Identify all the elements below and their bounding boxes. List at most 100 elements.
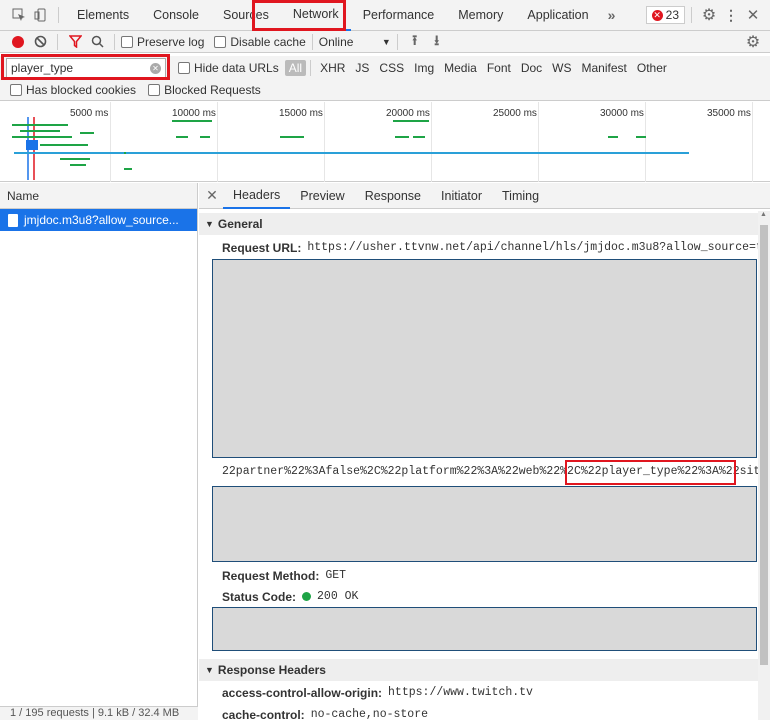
name-column-label: Name (7, 188, 40, 203)
has-blocked-cookies-checkbox[interactable]: Has blocked cookies (10, 83, 136, 97)
headers-content: ▼ General Request URL: https://usher.ttv… (199, 213, 770, 258)
filter-type-js[interactable]: JS (350, 61, 374, 75)
disable-cache-checkbox[interactable]: Disable cache (214, 34, 306, 49)
status-code-value: 200 OK (317, 590, 359, 603)
tab-memory[interactable]: Memory (446, 0, 515, 31)
throttling-value: Online (318, 34, 354, 49)
response-headers-title: Response Headers (217, 663, 326, 677)
expand-triangle-icon: ▼ (205, 219, 214, 229)
hide-data-urls-label: Hide data URLs (194, 61, 279, 75)
blocked-filter-bar: Has blocked cookies Blocked Requests (0, 80, 770, 101)
network-toolbar: Preserve log Disable cache Online ▼ ⭱ ⭳ … (0, 31, 770, 53)
import-har-icon[interactable]: ⭱ (404, 31, 426, 53)
details-tabbar: ✕ Headers Preview Response Initiator Tim… (199, 183, 770, 209)
filter-type-css[interactable]: CSS (374, 61, 409, 75)
request-url-value: https://usher.ttvnw.net/api/channel/hls/… (307, 241, 770, 254)
divider (114, 33, 115, 50)
acao-label: access-control-allow-origin: (222, 685, 383, 700)
filter-icon[interactable] (64, 31, 86, 53)
response-headers-section-header[interactable]: ▼ Response Headers (199, 659, 758, 681)
tab-initiator[interactable]: Initiator (431, 183, 492, 209)
filter-type-font[interactable]: Font (482, 61, 516, 75)
request-url-label: Request URL: (222, 240, 302, 255)
tab-preview[interactable]: Preview (290, 183, 354, 209)
network-overview-timeline[interactable]: 5000 ms 10000 ms 15000 ms 20000 ms 25000… (0, 102, 770, 182)
name-column-header[interactable]: Name (0, 183, 197, 209)
request-method-label: Request Method: (222, 568, 320, 583)
filter-type-img[interactable]: Img (409, 61, 439, 75)
divider (57, 33, 58, 50)
throttling-select[interactable]: Online ▼ (319, 35, 391, 49)
url-fragment: 22partner%22%3Afalse%2C%22platform%22%3A… (222, 465, 595, 478)
scroll-up-icon[interactable]: ▲ (760, 211, 767, 218)
divider (396, 33, 398, 50)
settings-gear-icon[interactable]: ⚙ (698, 4, 720, 26)
blocked-requests-label: Blocked Requests (164, 83, 261, 97)
record-icon[interactable] (7, 31, 29, 53)
status-ok-icon (302, 592, 312, 601)
inspect-element-icon[interactable] (8, 4, 30, 26)
tab-elements[interactable]: Elements (65, 0, 141, 31)
more-tabs-icon[interactable]: » (601, 4, 623, 26)
export-har-icon[interactable]: ⭳ (426, 31, 448, 53)
network-settings-gear-icon[interactable]: ⚙ (742, 31, 764, 53)
filter-type-other[interactable]: Other (632, 61, 672, 75)
close-details-icon[interactable]: ✕ (201, 185, 223, 207)
document-icon (8, 213, 18, 227)
network-tab-highlight (252, 0, 346, 31)
checkbox-box[interactable] (148, 84, 161, 96)
tab-console[interactable]: Console (141, 0, 211, 31)
timeline-bars (12, 117, 689, 180)
clear-icon[interactable] (29, 31, 51, 53)
status-code-row: Status Code: 200 OK (199, 586, 358, 607)
request-row[interactable]: jmjdoc.m3u8?allow_source... (0, 209, 197, 231)
tab-response[interactable]: Response (355, 183, 431, 209)
acao-header-row: access-control-allow-origin: https://www… (199, 682, 533, 703)
cache-control-value: no-cache,no-store (310, 708, 429, 720)
hide-data-urls-checkbox[interactable]: Hide data URLs (178, 61, 279, 75)
tab-headers[interactable]: Headers (223, 183, 291, 209)
error-icon: ✕ (651, 9, 663, 21)
checkbox-box[interactable] (121, 35, 133, 48)
general-section-header[interactable]: ▼ General (199, 213, 758, 235)
filter-type-ws[interactable]: WS (547, 61, 576, 75)
general-section-title: General (217, 217, 263, 231)
tab-timing[interactable]: Timing (492, 183, 549, 209)
checkbox-box[interactable] (10, 84, 22, 96)
tab-application[interactable]: Application (515, 0, 600, 31)
request-name: jmjdoc.m3u8?allow_source... (24, 213, 179, 227)
expand-triangle-icon: ▼ (205, 665, 214, 675)
cache-control-label: cache-control: (222, 707, 305, 720)
scrollbar-thumb[interactable] (760, 225, 768, 665)
filter-type-manifest[interactable]: Manifest (577, 61, 632, 75)
divider (691, 7, 692, 23)
blocked-requests-checkbox[interactable]: Blocked Requests (148, 83, 261, 97)
device-toolbar-icon[interactable] (30, 4, 52, 26)
request-method-value: GET (325, 569, 347, 582)
tab-performance[interactable]: Performance (351, 0, 447, 31)
more-options-icon[interactable]: ⋮ (720, 4, 742, 26)
preserve-log-checkbox[interactable]: Preserve log (121, 35, 204, 49)
error-badge[interactable]: ✕ 23 (645, 6, 685, 24)
error-count: 23 (665, 8, 679, 22)
redacted-block (212, 486, 757, 562)
details-scrollbar[interactable]: ▲ (758, 211, 770, 720)
filter-type-media[interactable]: Media (439, 61, 482, 75)
devtools-tabbar: Elements Console Sources Network Perform… (0, 0, 770, 31)
preserve-log-label: Preserve log (137, 34, 205, 49)
request-url-row: Request URL: https://usher.ttvnw.net/api… (199, 237, 770, 258)
acao-value: https://www.twitch.tv (388, 686, 533, 699)
disable-cache-label: Disable cache (230, 34, 306, 49)
request-details-panel: ✕ Headers Preview Response Initiator Tim… (199, 183, 770, 720)
filter-type-xhr[interactable]: XHR (315, 61, 350, 75)
close-icon[interactable]: ✕ (742, 4, 764, 26)
filter-type-all[interactable]: All (284, 60, 307, 76)
filter-type-doc[interactable]: Doc (516, 61, 547, 75)
status-code-label: Status Code: (222, 589, 297, 604)
checkbox-box[interactable] (178, 62, 190, 74)
cache-control-row: cache-control: no-cache,no-store (199, 704, 428, 720)
request-method-row: Request Method: GET (199, 565, 346, 586)
checkbox-box[interactable] (214, 35, 227, 48)
divider (311, 33, 313, 50)
search-icon[interactable] (86, 31, 108, 53)
